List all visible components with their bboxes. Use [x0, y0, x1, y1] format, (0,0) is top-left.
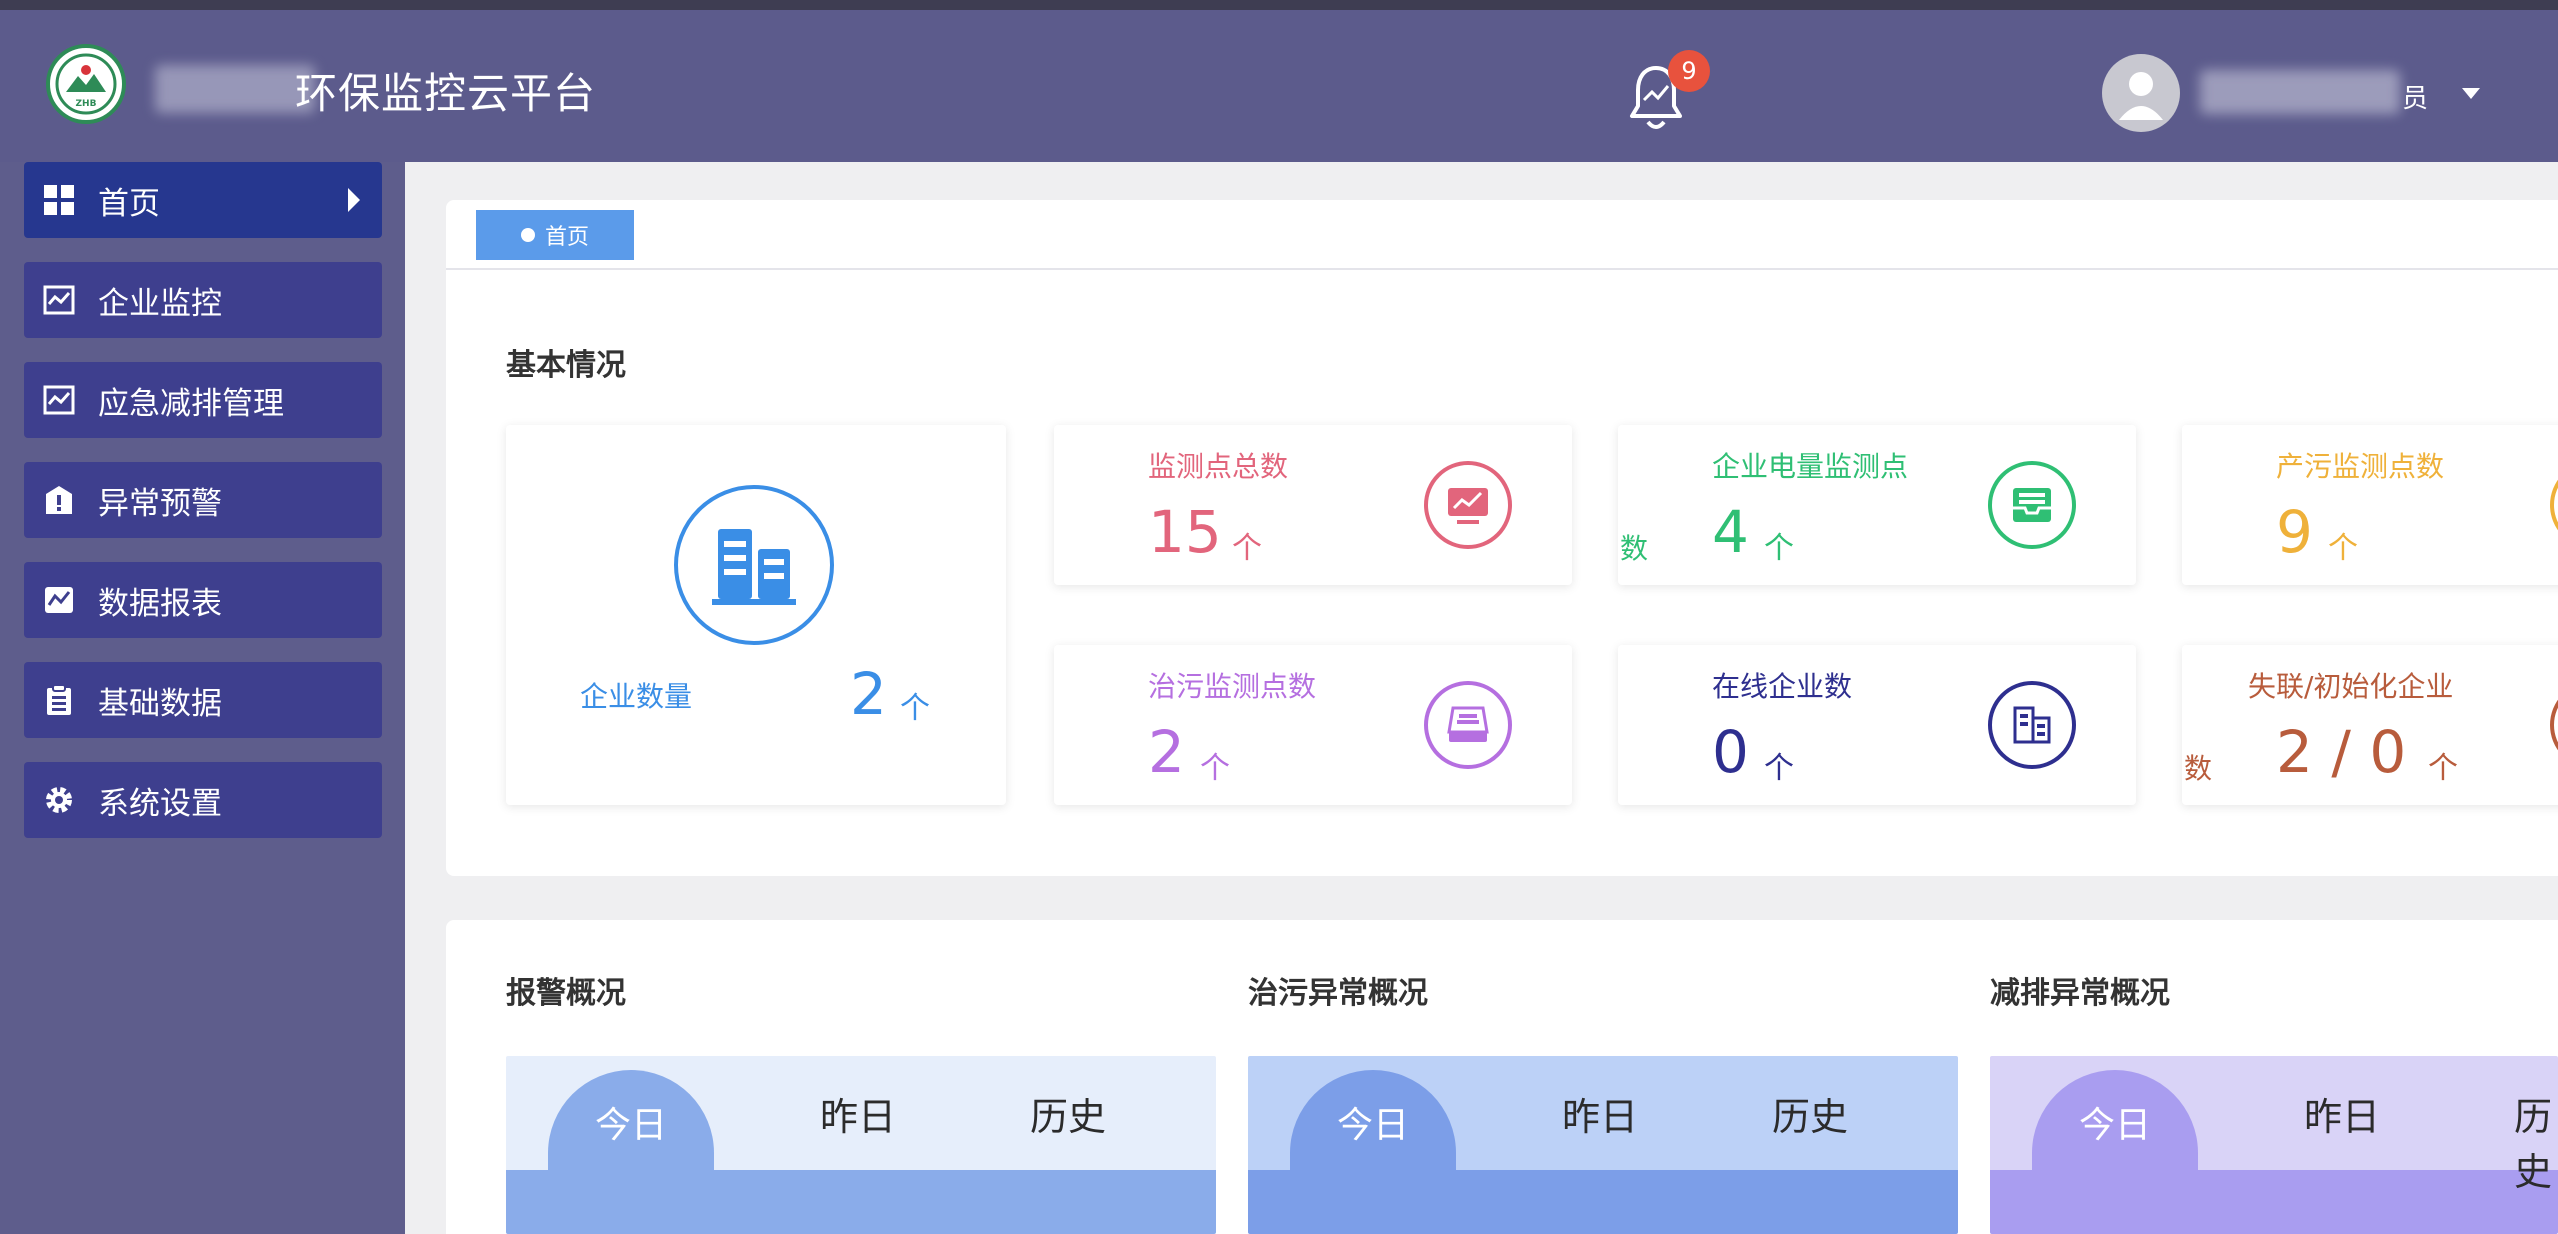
- stat-card-monitor-total[interactable]: 监测点总数 15 个: [1054, 425, 1572, 585]
- stat-label-wrap: 数: [1620, 532, 1649, 565]
- stat-unit: 个: [1764, 531, 1794, 566]
- stat-value: 0: [1712, 718, 1749, 786]
- gear-icon: [42, 783, 76, 817]
- stat-label: 在线企业数: [1712, 670, 1853, 703]
- sidebar-item-label: 应急减排管理: [98, 385, 284, 422]
- tab-yesterday[interactable]: 昨日: [820, 1086, 896, 1141]
- tab-yesterday[interactable]: 昨日: [2304, 1086, 2380, 1141]
- window-top-band: [0, 0, 2558, 10]
- avatar[interactable]: [2102, 54, 2180, 132]
- section-title-basic: 基本情况: [506, 348, 626, 383]
- section-title-treatment: 治污异常概况: [1248, 976, 1428, 1011]
- enterprise-count-unit: 个: [900, 691, 930, 726]
- stat-label: 企业电量监测点: [1712, 450, 1909, 483]
- line-chart-icon: [42, 383, 76, 417]
- sidebar-item-enterprise-monitor[interactable]: 企业监控: [24, 262, 382, 338]
- stat-value: 9: [2276, 498, 2313, 566]
- reduction-overview-tabs: 今日 昨日 历史: [1990, 1056, 2558, 1234]
- dot-icon: [520, 228, 535, 242]
- stat-label: 监测点总数: [1148, 450, 1289, 483]
- stat-card-pollution-produce[interactable]: 产污监测点数 9 个: [2182, 425, 2558, 585]
- stat-value: 2 / 0: [2276, 718, 2407, 786]
- stat-unit: 个: [2428, 751, 2458, 786]
- stat-unit: 个: [1200, 751, 1230, 786]
- redacted-org-name: [155, 65, 315, 113]
- monitor-chart-icon: [1424, 461, 1512, 549]
- tab-today[interactable]: 今日: [548, 1070, 714, 1230]
- app-title: 环保监控云平台: [295, 69, 597, 118]
- inbox-icon: [1988, 461, 2076, 549]
- user-role-suffix: 员: [2402, 84, 2429, 114]
- stat-label: 治污监测点数: [1148, 670, 1317, 703]
- enterprise-count-card[interactable]: 企业数量 2 个: [506, 425, 1006, 805]
- clipboard-icon: [42, 683, 76, 717]
- stat-value: 4: [1712, 498, 1749, 566]
- enterprise-count-label: 企业数量: [580, 680, 693, 713]
- stat-value: 2: [1148, 718, 1185, 786]
- notification-badge: 9: [1668, 50, 1710, 92]
- tab-home[interactable]: 首页: [476, 210, 634, 260]
- factory-icon: [2550, 461, 2558, 549]
- section-title-alarm: 报警概况: [506, 976, 626, 1011]
- tab-today[interactable]: 今日: [2032, 1070, 2198, 1230]
- stat-card-treatment-monitor[interactable]: 治污监测点数 2 个: [1054, 645, 1572, 805]
- treatment-overview-tabs: 今日 昨日 历史: [1248, 1056, 1958, 1234]
- tab-history[interactable]: 历史: [1030, 1086, 1106, 1141]
- sidebar-item-label: 数据报表: [98, 585, 222, 622]
- user-avatar-icon: [2119, 72, 2163, 120]
- sidebar-item-label: 基础数据: [98, 685, 222, 722]
- sidebar: 首页 企业监控 应急减排管理 异常预警 数据报表 基础数据 系统设置: [0, 162, 405, 1234]
- brand-logo-icon: ZHB: [46, 44, 126, 124]
- chevron-down-icon[interactable]: [2462, 88, 2480, 99]
- redacted-user-name: [2200, 70, 2400, 114]
- stat-unit: 个: [1764, 751, 1794, 786]
- breadcrumb: [446, 200, 2558, 270]
- sidebar-item-label: 企业监控: [98, 285, 222, 322]
- stat-unit: 个: [1232, 531, 1262, 566]
- stat-card-offline-enterprise[interactable]: 失联/初始化企业 数 2 / 0 个: [2182, 645, 2558, 805]
- line-chart-icon: [42, 283, 76, 317]
- stat-unit: 个: [2328, 531, 2358, 566]
- sidebar-item-home[interactable]: 首页: [24, 162, 382, 238]
- tab-yesterday[interactable]: 昨日: [1562, 1086, 1638, 1141]
- chevron-right-icon: [348, 188, 360, 212]
- enterprise-count-value: 2: [850, 660, 887, 728]
- warning-shield-icon: [42, 483, 76, 517]
- sidebar-item-data-report[interactable]: 数据报表: [24, 562, 382, 638]
- stat-label-wrap: 数: [2184, 752, 2213, 785]
- svg-text:ZHB: ZHB: [76, 99, 97, 109]
- tab-label: 首页: [544, 225, 589, 250]
- sidebar-item-anomaly-warning[interactable]: 异常预警: [24, 462, 382, 538]
- stat-value: 15: [1148, 498, 1222, 566]
- report-chart-icon: [42, 583, 76, 617]
- logo-emblem-icon: ZHB: [55, 53, 117, 115]
- tab-history[interactable]: 历史: [1772, 1086, 1848, 1141]
- building-icon: [1988, 681, 2076, 769]
- stat-card-power-monitor[interactable]: 企业电量监测点 数 4 个: [1618, 425, 2136, 585]
- stat-label: 失联/初始化企业: [2248, 670, 2454, 703]
- stat-card-online-enterprise[interactable]: 在线企业数 0 个: [1618, 645, 2136, 805]
- tray-icon: [1424, 681, 1512, 769]
- sidebar-item-label: 首页: [98, 185, 160, 222]
- app-header: ZHB 环保监控云平台 9 员: [0, 10, 2558, 162]
- disconnect-icon: [2550, 681, 2558, 769]
- sidebar-item-system-settings[interactable]: 系统设置: [24, 762, 382, 838]
- stat-label: 产污监测点数: [2276, 450, 2445, 483]
- building-icon: [674, 485, 834, 645]
- tab-history[interactable]: 历史: [2514, 1086, 2558, 1196]
- alarm-overview-tabs: 今日 昨日 历史: [506, 1056, 1216, 1234]
- section-title-reduction: 减排异常概况: [1990, 976, 2170, 1011]
- sidebar-item-emergency-reduction[interactable]: 应急减排管理: [24, 362, 382, 438]
- sidebar-item-label: 系统设置: [98, 785, 222, 822]
- sidebar-item-label: 异常预警: [98, 485, 222, 522]
- sidebar-item-base-data[interactable]: 基础数据: [24, 662, 382, 738]
- tab-today[interactable]: 今日: [1290, 1070, 1456, 1230]
- grid-icon: [42, 183, 76, 217]
